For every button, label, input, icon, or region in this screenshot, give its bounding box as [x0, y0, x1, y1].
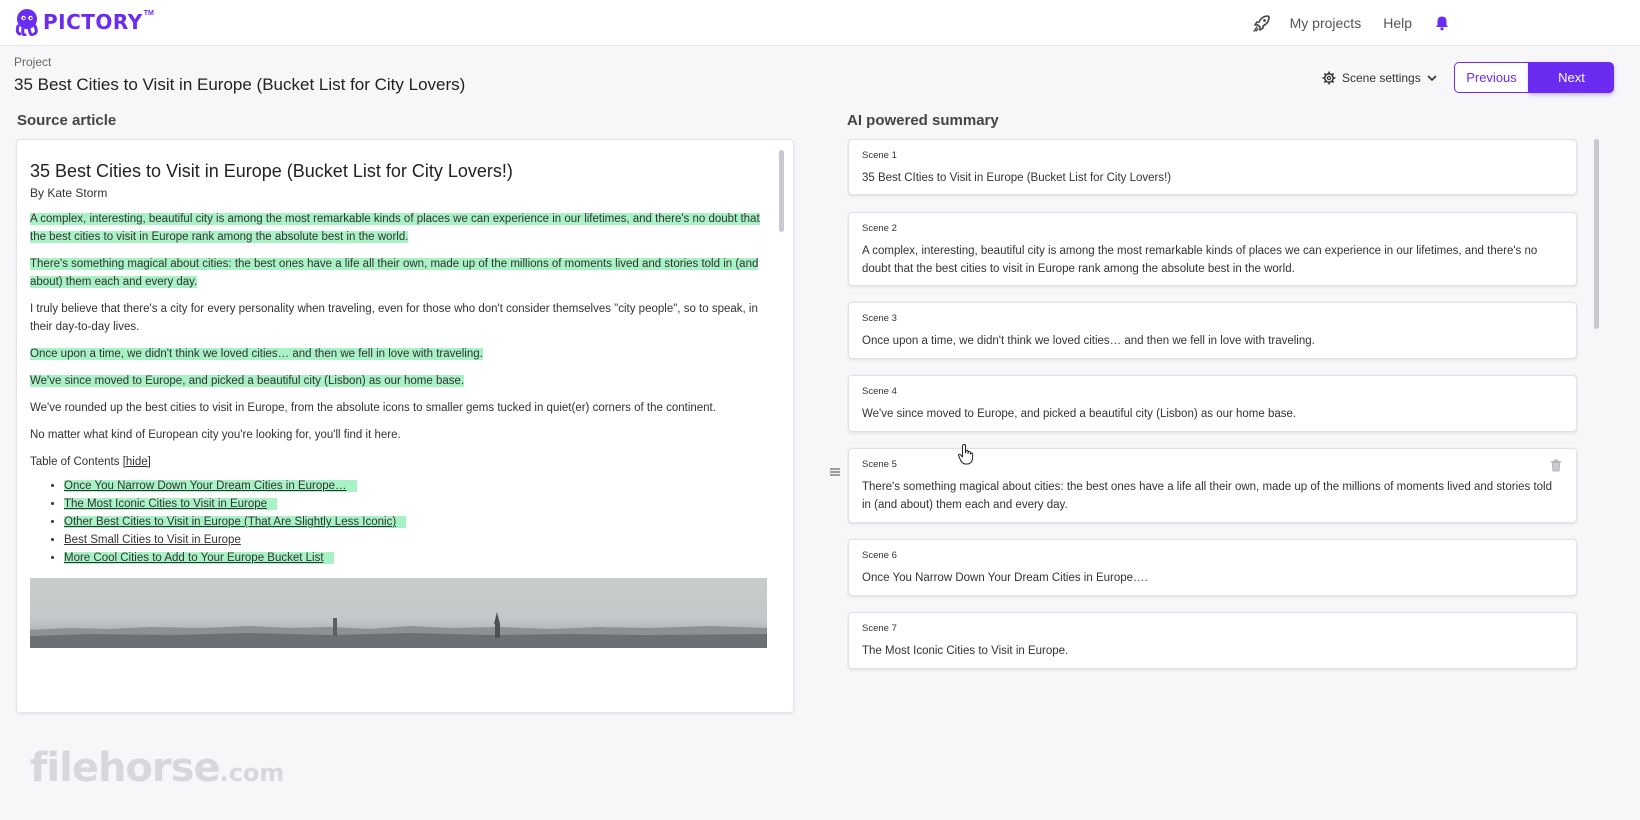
- scene-text[interactable]: Once upon a time, we didn't think we lov…: [862, 332, 1556, 350]
- scene-label: Scene 3: [862, 313, 897, 324]
- toc-item[interactable]: The Most Iconic Cities to Visit in Europ…: [64, 495, 768, 513]
- sentence[interactable]: We've rounded up the best cities to visi…: [30, 402, 716, 414]
- scene-text[interactable]: 35 Best CIties to Visit in Europe (Bucke…: [862, 169, 1556, 187]
- hand-cursor-icon: [958, 444, 974, 465]
- scene-label: Scene 4: [862, 386, 897, 397]
- highlighted-sentence[interactable]: Once upon a time, we didn't think we lov…: [30, 348, 483, 360]
- source-article-content[interactable]: 35 Best Cities to Visit in Europe (Bucke…: [30, 140, 768, 650]
- previous-button[interactable]: Previous: [1454, 62, 1529, 93]
- summary-scrollbar[interactable]: [1594, 139, 1599, 329]
- scene-label: Scene 1: [862, 150, 897, 161]
- toc-item-label: The Most Iconic Cities to Visit in Europ…: [64, 498, 278, 510]
- scene-card[interactable]: Scene 6 Once You Narrow Down Your Dream C…: [848, 539, 1577, 596]
- scene-card[interactable]: Scene 3 Once upon a time, we didn't think…: [848, 302, 1577, 359]
- top-nav: My projects Help: [1252, 0, 1450, 46]
- toc-item-label: Other Best Cities to Visit in Europe (Th…: [64, 516, 407, 528]
- highlighted-sentence[interactable]: There's something magical about cities: …: [30, 258, 759, 288]
- toc-title-text: Table of Contents [: [30, 456, 126, 468]
- sentence[interactable]: No matter what kind of European city you…: [30, 429, 401, 441]
- scene-label: Scene 5: [862, 459, 897, 470]
- scene-text[interactable]: Once You Narrow Down Your Dream Cities i…: [862, 569, 1556, 587]
- summary-heading: AI powered summary: [847, 112, 999, 129]
- scene-label: Scene 6: [862, 550, 897, 561]
- toc-hide-link[interactable]: hide: [126, 456, 148, 468]
- table-of-contents-title: Table of Contents [hide]: [30, 453, 768, 471]
- my-projects-link[interactable]: My projects: [1290, 15, 1362, 31]
- scene-label: Scene 2: [862, 223, 897, 234]
- sentence[interactable]: I truly believe that there's a city for …: [30, 303, 758, 333]
- scene-card[interactable]: Scene 2 A complex, interesting, beautiful…: [848, 212, 1577, 286]
- article-paragraph[interactable]: We've rounded up the best cities to visi…: [30, 399, 768, 417]
- article-paragraph[interactable]: No matter what kind of European city you…: [30, 426, 768, 444]
- octopus-logo-icon: [15, 9, 38, 36]
- table-of-contents-list: Once You Narrow Down Your Dream Cities i…: [64, 477, 768, 567]
- skyline-graphic: [30, 612, 767, 648]
- scene-settings-dropdown[interactable]: Scene settings: [1322, 67, 1437, 89]
- next-button[interactable]: Next: [1529, 62, 1614, 93]
- toc-item-label: More Cool Cities to Add to Your Europe B…: [64, 552, 334, 564]
- toc-item-label: Once You Narrow Down Your Dream Cities i…: [64, 480, 357, 492]
- toc-item[interactable]: Best Small Cities to Visit in Europe: [64, 531, 768, 549]
- toc-item[interactable]: More Cool Cities to Add to Your Europe B…: [64, 549, 768, 567]
- scene-label: Scene 7: [862, 623, 897, 634]
- scene-text[interactable]: We've since moved to Europe, and picked …: [862, 405, 1556, 423]
- project-label: Project: [14, 55, 52, 69]
- drag-handle-icon[interactable]: [829, 466, 841, 478]
- watermark-main: filehorse: [30, 745, 221, 791]
- logo-text: PICTORY: [43, 10, 143, 34]
- top-bar: PICTORY TM My projects Help: [0, 0, 1640, 46]
- scene-settings-label: Scene settings: [1342, 71, 1421, 85]
- source-article-panel[interactable]: 35 Best Cities to Visit in Europe (Bucke…: [16, 139, 794, 713]
- project-title: 35 Best Cities to Visit in Europe (Bucke…: [14, 75, 466, 94]
- article-paragraph[interactable]: We've since moved to Europe, and picked …: [30, 372, 768, 390]
- source-scrollbar[interactable]: [779, 150, 784, 232]
- article-byline: By Kate Storm: [30, 186, 108, 200]
- article-paragraph[interactable]: Once upon a time, we didn't think we lov…: [30, 345, 768, 363]
- pictory-logo[interactable]: PICTORY TM: [14, 8, 154, 36]
- bell-icon[interactable]: [1434, 15, 1450, 31]
- article-title: 35 Best Cities to Visit in Europe (Bucke…: [30, 161, 513, 181]
- article-paragraph[interactable]: I truly believe that there's a city for …: [30, 300, 768, 336]
- watermark-suffix: .com: [219, 759, 285, 787]
- scene-card[interactable]: Scene 1 35 Best CIties to Visit in Europe…: [848, 139, 1577, 195]
- article-paragraph[interactable]: A complex, interesting, beautiful city i…: [30, 210, 768, 246]
- scene-card[interactable]: Scene 4 We've since moved to Europe, and …: [848, 375, 1577, 432]
- summary-scene-list[interactable]: Scene 1 35 Best CIties to Visit in Europe…: [846, 139, 1578, 699]
- scene-text[interactable]: A complex, interesting, beautiful city i…: [862, 242, 1556, 278]
- article-image-city-skyline: [30, 578, 767, 648]
- toc-item[interactable]: Once You Narrow Down Your Dream Cities i…: [64, 477, 768, 495]
- trash-icon[interactable]: [1550, 459, 1562, 472]
- toc-item[interactable]: Other Best Cities to Visit in Europe (Th…: [64, 513, 768, 531]
- scene-card[interactable]: Scene 7 The Most Iconic Cities to Visit i…: [848, 612, 1577, 669]
- article-paragraph[interactable]: There's something magical about cities: …: [30, 255, 768, 291]
- filehorse-watermark: filehorse.com: [30, 745, 284, 791]
- scene-text[interactable]: There's something magical about cities: …: [862, 478, 1556, 514]
- highlighted-sentence[interactable]: A complex, interesting, beautiful city i…: [30, 213, 760, 243]
- logo-trademark: TM: [143, 9, 154, 17]
- scene-text[interactable]: The Most Iconic Cities to Visit in Europ…: [862, 642, 1556, 660]
- chevron-down-icon: [1427, 75, 1437, 82]
- toc-title-close: ]: [147, 456, 151, 468]
- highlighted-sentence[interactable]: We've since moved to Europe, and picked …: [30, 375, 465, 387]
- gear-icon: [1322, 71, 1336, 85]
- source-article-heading: Source article: [17, 112, 117, 129]
- toc-item-label: Best Small Cities to Visit in Europe: [64, 534, 241, 546]
- article-paragraphs: A complex, interesting, beautiful city i…: [30, 210, 768, 444]
- help-link[interactable]: Help: [1383, 15, 1412, 31]
- rocket-icon[interactable]: [1252, 13, 1272, 33]
